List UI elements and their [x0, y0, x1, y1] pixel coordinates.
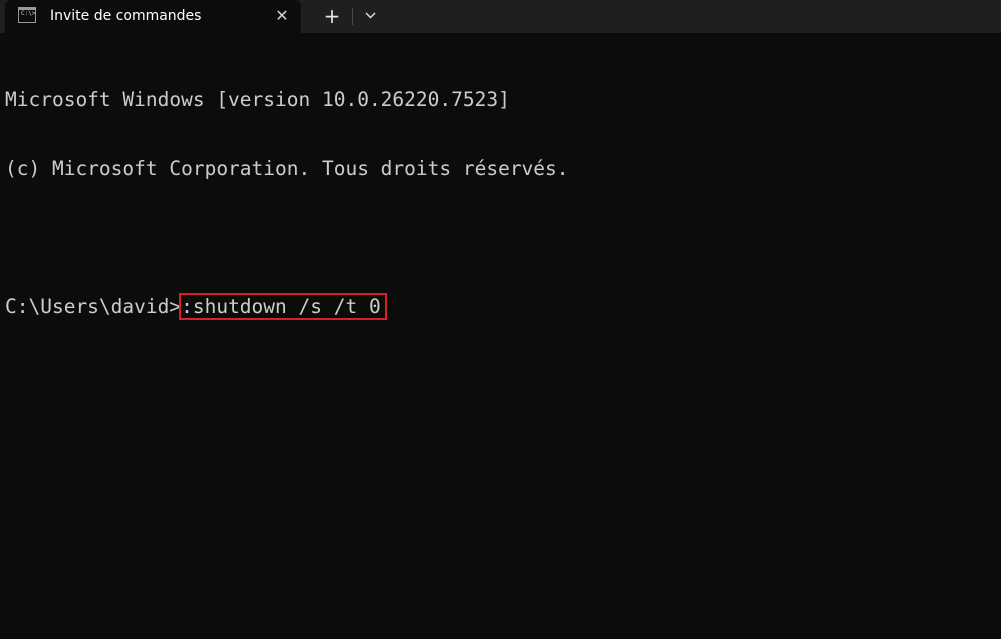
cmd-icon-prompt: C:\>: [21, 10, 36, 17]
highlighted-command: :shutdown /s /t 0: [179, 293, 387, 320]
tab-title: Invite de commandes: [50, 8, 202, 24]
terminal-window: C:\> Invite de commandes ✕ + Microsoft W…: [0, 0, 1001, 639]
tab-dropdown-button[interactable]: [357, 2, 383, 30]
prompt-path: C:\Users\david>: [5, 295, 182, 318]
new-tab-button[interactable]: +: [318, 2, 346, 30]
cmd-terminal-icon: C:\>: [18, 7, 36, 23]
tab-separator: [352, 8, 353, 25]
prompt-line: C:\Users\david>:shutdown /s /t 0: [5, 293, 995, 320]
close-icon[interactable]: ✕: [271, 5, 293, 27]
chevron-down-icon: [365, 12, 375, 19]
banner-line-1: Microsoft Windows [version 10.0.26220.75…: [5, 88, 510, 111]
banner-line-2: (c) Microsoft Corporation. Tous droits r…: [5, 157, 569, 180]
console-output[interactable]: Microsoft Windows [version 10.0.26220.75…: [5, 42, 995, 364]
tab-invite-de-commandes[interactable]: C:\> Invite de commandes ✕: [5, 0, 301, 33]
title-bar: C:\> Invite de commandes ✕ +: [0, 0, 1001, 33]
